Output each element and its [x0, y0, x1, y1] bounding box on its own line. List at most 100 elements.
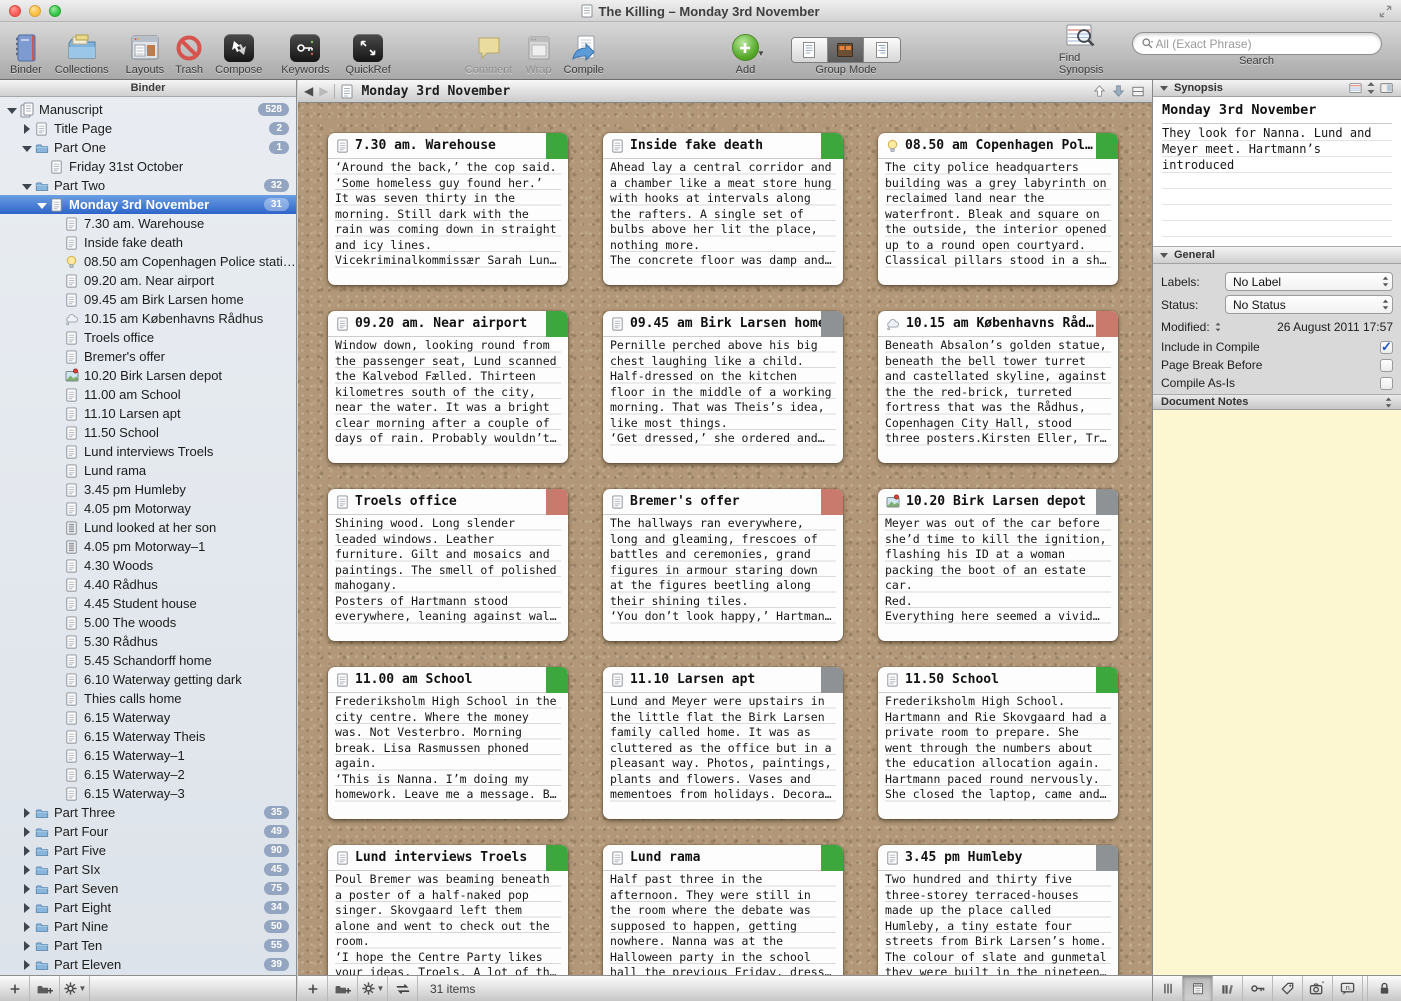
binder-item[interactable]: Part Nine50	[0, 917, 296, 936]
lock-button[interactable]	[1367, 976, 1401, 1001]
key-button[interactable]	[1243, 976, 1273, 1001]
binder-item[interactable]: Lund interviews Troels	[0, 442, 296, 461]
columns-button[interactable]	[1153, 976, 1183, 1001]
binder-item[interactable]: 7.30 am. Warehouse	[0, 214, 296, 233]
split-view-icon[interactable]	[1130, 84, 1146, 99]
index-card[interactable]: 09.45 am Birk Larsen homePernille perche…	[603, 311, 843, 463]
group-mode-corkboard-button[interactable]	[828, 38, 864, 62]
trash-toolbar-button[interactable]: Trash	[175, 26, 203, 76]
index-card[interactable]: Lund interviews TroelsPoul Bremer was be…	[328, 845, 568, 975]
binder-item[interactable]: Lund looked at her son	[0, 518, 296, 537]
layouts-toolbar-button[interactable]: Layouts	[126, 26, 165, 76]
document-notes-area[interactable]	[1153, 410, 1401, 975]
binder-item[interactable]: 5.30 Rådhus	[0, 632, 296, 651]
binder-item[interactable]: 6.15 Waterway–3	[0, 784, 296, 803]
binder-item[interactable]: 10.15 am Københavns Rådhus	[0, 309, 296, 328]
binder-item[interactable]: 4.30 Woods	[0, 556, 296, 575]
collapse-triangle-icon[interactable]	[1160, 86, 1168, 91]
note-n-button[interactable]: n.	[1333, 976, 1363, 1001]
status-dropdown[interactable]: No Status	[1225, 295, 1393, 314]
binder-item[interactable]: 5.45 Schandorff home	[0, 651, 296, 670]
checkbox[interactable]	[1380, 377, 1393, 390]
binder-item[interactable]: 3.45 pm Humleby	[0, 480, 296, 499]
binder-item[interactable]: 6.10 Waterway getting dark	[0, 670, 296, 689]
quickref-toolbar-button[interactable]: QuickRef	[346, 26, 391, 76]
binder-item[interactable]: 11.00 am School	[0, 385, 296, 404]
comment-toolbar-button[interactable]: Comment	[465, 26, 513, 76]
labels-dropdown[interactable]: No Label	[1225, 272, 1393, 291]
binder-item[interactable]: Bremer's offer	[0, 347, 296, 366]
index-card[interactable]: 7.30 am. Warehouse‘Around the back,’ the…	[328, 133, 568, 285]
find-synopsis-button[interactable]: Find Synopsis	[1059, 26, 1104, 76]
binder-item[interactable]: 4.40 Rådhus	[0, 575, 296, 594]
gear-button[interactable]: ▼	[60, 976, 90, 1001]
synopsis-section-header[interactable]: Synopsis	[1153, 80, 1401, 97]
binder-item[interactable]: Thies calls home	[0, 689, 296, 708]
index-card-icon[interactable]	[1348, 81, 1363, 95]
move-down-icon[interactable]	[1111, 83, 1126, 99]
index-card[interactable]: 3.45 pm HumlebyTwo hundred and thirty fi…	[878, 845, 1118, 975]
binder-item[interactable]: Part Two32	[0, 176, 296, 195]
binder-item[interactable]: 09.45 am Birk Larsen home	[0, 290, 296, 309]
sync-button[interactable]	[388, 976, 418, 1001]
panel-toggle-icon[interactable]	[1379, 81, 1394, 95]
group-mode-document-button[interactable]	[792, 38, 828, 62]
books-button[interactable]	[1213, 976, 1243, 1001]
document-notes-header[interactable]: Document Notes	[1153, 394, 1401, 410]
binder-item[interactable]: 08.50 am Copenhagen Police station	[0, 252, 296, 271]
move-up-icon[interactable]	[1092, 83, 1107, 99]
checkbox[interactable]	[1380, 341, 1393, 354]
compile-toolbar-button[interactable]: Compile	[564, 26, 604, 76]
binder-item[interactable]: 6.15 Waterway	[0, 708, 296, 727]
binder-item[interactable]: Title Page2	[0, 119, 296, 138]
compose-toolbar-button[interactable]: Compose	[215, 26, 262, 76]
tag-button[interactable]	[1273, 976, 1303, 1001]
stepper-icon[interactable]	[1366, 81, 1376, 95]
folder-plus-button[interactable]	[328, 976, 358, 1001]
checkbox[interactable]	[1380, 359, 1393, 372]
add-toolbar-button[interactable]: ▼ Add	[732, 26, 759, 76]
binder-item[interactable]: 4.45 Student house	[0, 594, 296, 613]
nav-back-icon[interactable]: ◀	[304, 85, 313, 97]
index-card[interactable]: 10.20 Birk Larsen depotMeyer was out of …	[878, 489, 1118, 641]
index-card[interactable]: Bremer's offerThe hallways ran everywher…	[603, 489, 843, 641]
binder-item[interactable]: 09.20 am. Near airport	[0, 271, 296, 290]
index-card[interactable]: 09.20 am. Near airportWindow down, looki…	[328, 311, 568, 463]
index-card[interactable]: 11.50 SchoolFrederiksholm High School. H…	[878, 667, 1118, 819]
binder-item[interactable]: Manuscript528	[0, 100, 296, 119]
index-card[interactable]: 11.00 am SchoolFrederiksholm High School…	[328, 667, 568, 819]
nav-forward-icon[interactable]: ▶	[319, 85, 328, 97]
plus-button[interactable]	[0, 976, 30, 1001]
binder-item[interactable]: 10.20 Birk Larsen depot	[0, 366, 296, 385]
binder-item[interactable]: 4.05 pm Motorway–1	[0, 537, 296, 556]
collapse-triangle-icon[interactable]	[1160, 253, 1168, 258]
binder-item[interactable]: Lund rama	[0, 461, 296, 480]
binder-item[interactable]: 6.15 Waterway–2	[0, 765, 296, 784]
notes-stepper-icon[interactable]	[1384, 396, 1393, 409]
synopsis-card[interactable]: Monday 3rd November They look for Nanna.…	[1153, 97, 1401, 247]
binder-item[interactable]: 11.10 Larsen apt	[0, 404, 296, 423]
binder-item[interactable]: Part Five90	[0, 841, 296, 860]
index-card[interactable]: Troels officeShining wood. Long slender …	[328, 489, 568, 641]
binder-item[interactable]: Part One1	[0, 138, 296, 157]
binder-item[interactable]: Monday 3rd November31	[0, 195, 296, 214]
keywords-toolbar-button[interactable]: Keywords	[281, 26, 329, 76]
index-card[interactable]: 11.10 Larsen aptLund and Meyer were upst…	[603, 667, 843, 819]
snapshot-button[interactable]: *	[1303, 976, 1333, 1001]
binder-item[interactable]: Part Seven75	[0, 879, 296, 898]
gear-button[interactable]: ▼	[358, 976, 388, 1001]
modified-stepper-icon[interactable]	[1214, 321, 1222, 333]
binder-item[interactable]: Friday 31st October	[0, 157, 296, 176]
binder-item[interactable]: 4.05 pm Motorway	[0, 499, 296, 518]
index-card[interactable]: Lund ramaHalf past three in the afternoo…	[603, 845, 843, 975]
group-mode-outline-button[interactable]	[864, 38, 900, 62]
plus-button[interactable]	[298, 976, 328, 1001]
fullscreen-icon[interactable]	[1378, 4, 1393, 19]
binder-item[interactable]: Part Eight34	[0, 898, 296, 917]
general-section-header[interactable]: General	[1153, 247, 1401, 264]
search-input[interactable]	[1154, 36, 1373, 52]
index-card[interactable]: 08.50 am Copenhagen Pol…The city police …	[878, 133, 1118, 285]
binder-item[interactable]: Part Four49	[0, 822, 296, 841]
wrap-toolbar-button[interactable]: Wrap	[525, 26, 551, 76]
search-field[interactable]	[1132, 32, 1382, 55]
